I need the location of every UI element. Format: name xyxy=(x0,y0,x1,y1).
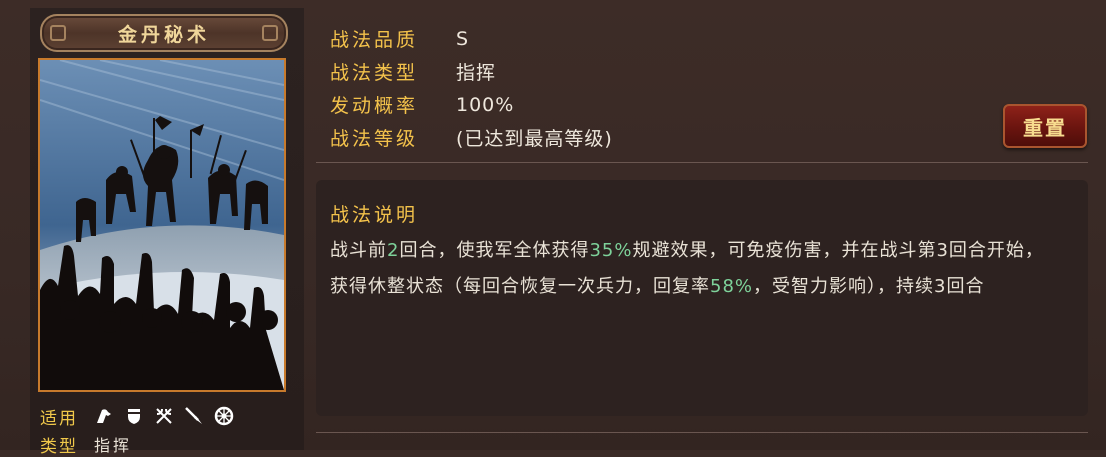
shield-icon xyxy=(124,406,144,426)
skill-name: 金丹秘术 xyxy=(117,23,210,46)
spear-icon xyxy=(184,406,204,426)
desc-seg-2: 回合，使我军全体获得 xyxy=(399,240,590,261)
description-text: 战斗前2回合，使我军全体获得35%规避效果，可免疫伤害，并在战斗第3回合开始，获… xyxy=(330,233,1060,305)
desc-num-3: 58% xyxy=(710,276,754,297)
suitable-label: 适用 xyxy=(40,408,78,429)
ornament-right-icon xyxy=(262,25,278,41)
info-row-level: 战法等级 (已达到最高等级) xyxy=(330,121,613,154)
level-key: 战法等级 xyxy=(330,128,419,150)
type-key: 战法类型 xyxy=(330,62,419,84)
suitable-units-row: 适用 xyxy=(40,404,234,429)
trait-value: 指挥 xyxy=(94,436,133,455)
description-title: 战法说明 xyxy=(330,204,419,226)
reset-button[interactable]: 重置 xyxy=(1003,104,1087,148)
trait-label: 类型 xyxy=(40,436,78,457)
divider-bottom xyxy=(316,432,1088,433)
battle-scene-illustration xyxy=(40,60,284,390)
level-value: (已达到最高等级) xyxy=(456,128,613,150)
info-row-rate: 发动概率 100% xyxy=(330,88,613,121)
desc-seg-1: 战斗前 xyxy=(330,240,387,261)
ornament-left-icon xyxy=(50,25,66,41)
rate-value: 100% xyxy=(456,93,515,116)
desc-num-1: 2 xyxy=(387,240,400,261)
trait-row: 类型 指挥 xyxy=(40,434,133,457)
desc-num-2: 35% xyxy=(589,240,633,261)
quality-key: 战法品质 xyxy=(330,29,419,51)
desc-seg-4: ，受智力影响），持续3回合 xyxy=(753,276,985,297)
quality-value: S xyxy=(456,27,470,50)
cavalry-icon xyxy=(94,406,114,426)
skill-description-box: 战法说明 战斗前2回合，使我军全体获得35%规避效果，可免疫伤害，并在战斗第3回… xyxy=(316,180,1088,416)
skill-info-list: 战法品质 S 战法类型 指挥 发动概率 100% 战法等级 (已达到最高等级) xyxy=(330,22,613,154)
divider-top xyxy=(316,162,1088,163)
skill-name-plate: 金丹秘术 xyxy=(40,14,288,52)
crossed-bows-icon xyxy=(154,406,174,426)
info-row-type: 战法类型 指挥 xyxy=(330,55,613,88)
rate-key: 发动概率 xyxy=(330,95,419,117)
wheel-icon xyxy=(214,406,234,426)
type-value: 指挥 xyxy=(456,62,497,84)
info-row-quality: 战法品质 S xyxy=(330,22,613,55)
skill-artwork xyxy=(38,58,286,392)
